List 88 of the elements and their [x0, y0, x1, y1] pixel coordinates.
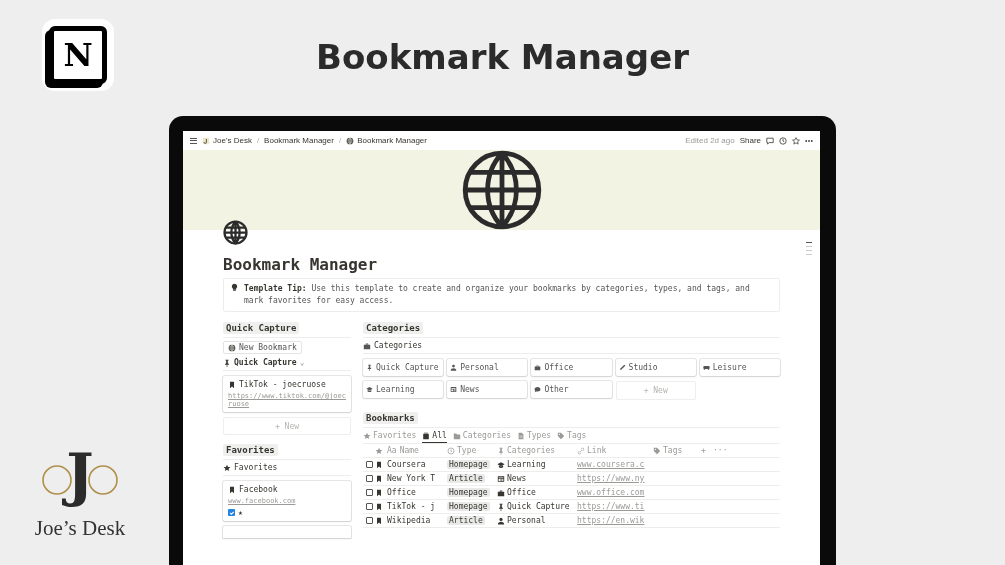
category-card[interactable]: News — [447, 381, 528, 398]
lightbulb-icon — [230, 283, 239, 292]
name-cell[interactable]: Wikipedia — [387, 516, 447, 525]
checkbox[interactable] — [365, 503, 373, 510]
type-tag: Article — [447, 516, 485, 525]
checkbox[interactable] — [365, 517, 373, 524]
star-icon — [375, 446, 383, 455]
globe-icon — [228, 343, 236, 352]
view-tab[interactable]: Favorites — [234, 463, 278, 472]
bookmark-icon — [228, 380, 236, 389]
monogram-icon — [202, 136, 210, 145]
name-cell[interactable]: New York T — [387, 474, 447, 483]
pin-icon — [366, 364, 373, 371]
brand-name: Joe’s Desk — [34, 516, 126, 541]
page-globe-icon[interactable] — [223, 220, 248, 245]
newspaper-icon — [450, 386, 458, 393]
category-card[interactable]: Office — [531, 359, 612, 376]
headline: Bookmark Manager — [316, 37, 689, 77]
speech-bubble-icon — [534, 386, 542, 393]
breadcrumb-link[interactable]: Joe's Desk — [213, 136, 252, 145]
type-tag: Article — [447, 474, 485, 483]
name-cell[interactable]: TikTok - j — [387, 502, 447, 511]
tag-icon — [653, 446, 661, 455]
clock-icon — [447, 446, 455, 455]
category-card[interactable]: Other — [531, 381, 612, 398]
briefcase-icon — [534, 364, 542, 371]
clock-icon[interactable] — [779, 136, 787, 145]
document-icon — [517, 431, 525, 440]
category-card[interactable]: Quick Capture — [363, 359, 444, 376]
globe-icon — [346, 136, 355, 145]
card-title: Facebook — [239, 485, 278, 494]
share-button[interactable]: Share — [739, 136, 761, 145]
stack-icon — [422, 431, 431, 440]
section-heading: Bookmarks — [363, 412, 418, 424]
category-cell: Office — [507, 488, 536, 497]
pin-icon — [497, 502, 505, 511]
star-icon — [363, 431, 371, 440]
breadcrumb-separator: / — [338, 136, 342, 145]
person-icon — [497, 516, 505, 525]
category-card[interactable]: Studio — [615, 359, 696, 376]
link-icon — [577, 446, 585, 455]
category-cell: Personal — [507, 516, 546, 525]
folder-icon — [452, 431, 461, 440]
breadcrumb-link[interactable]: Bookmark Manager — [357, 136, 427, 145]
checkbox[interactable] — [365, 475, 373, 482]
graduation-cap-icon — [366, 386, 373, 393]
view-tab[interactable]: Quick Capture — [234, 358, 297, 367]
star-mark: ★ — [238, 508, 243, 517]
newspaper-icon — [497, 474, 505, 483]
section-heading: Favorites — [223, 444, 278, 456]
person-icon — [450, 364, 458, 371]
globe-icon — [461, 150, 542, 230]
checkbox[interactable] — [365, 489, 373, 496]
breadcrumb-link[interactable]: Bookmark Manager — [264, 136, 334, 145]
category-card[interactable]: Learning — [363, 381, 444, 398]
category-card[interactable]: Leisure — [699, 359, 780, 376]
star-icon — [223, 463, 231, 472]
edited-time: Edited 2d ago — [685, 136, 735, 145]
tag-icon — [557, 431, 566, 440]
pin-icon — [223, 358, 231, 367]
new-bookmark-button[interactable]: New Bookmark — [223, 341, 302, 354]
checkbox[interactable] — [365, 461, 373, 468]
breadcrumb-separator: / — [256, 136, 260, 145]
section-heading: Quick Capture — [223, 322, 300, 334]
card-title: TikTok - joecruose — [239, 380, 326, 389]
outline-markers[interactable] — [806, 242, 812, 255]
name-cell[interactable]: Coursera — [387, 460, 447, 469]
bookmark-icon — [228, 485, 236, 494]
section-heading: Categories — [363, 322, 424, 334]
page-title: Bookmark Manager — [223, 255, 379, 274]
type-tag: Homepage — [447, 460, 490, 469]
category-cell: Quick Capture — [507, 502, 570, 511]
star-icon[interactable] — [792, 136, 800, 145]
callout-text: Template Tip: Use this template to create and organize your bookmarks by categories, types, and tags, and mark favorites for easy access. — [244, 283, 751, 307]
category-card[interactable]: Personal — [447, 359, 528, 376]
category-cell: News — [507, 474, 527, 483]
comment-icon[interactable] — [766, 136, 774, 145]
monogram-logo: J — [40, 448, 120, 510]
view-tab[interactable]: Categories — [374, 341, 423, 350]
graduation-cap-icon — [497, 460, 505, 469]
category-cell: Learning — [507, 460, 546, 469]
gamepad-icon — [702, 364, 710, 371]
menu-icon[interactable] — [190, 137, 197, 144]
type-tag: Homepage — [447, 488, 490, 497]
name-cell[interactable]: Office — [387, 488, 447, 497]
type-tag: Homepage — [447, 502, 490, 511]
pin-icon — [497, 446, 505, 455]
pencil-icon — [618, 364, 626, 371]
